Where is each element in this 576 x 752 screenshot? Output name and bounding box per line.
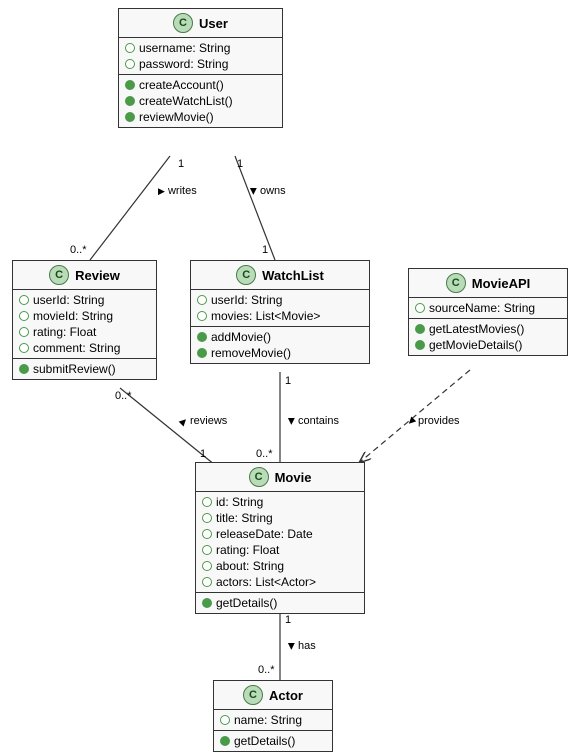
rel-owns-card-src: 1 xyxy=(237,158,243,170)
class-user-header: C User xyxy=(119,9,282,38)
class-watchlist-ops: addMovie() removeMovie() xyxy=(191,327,369,363)
class-icon: C xyxy=(243,685,263,705)
rel-has-label: ▶ has xyxy=(288,640,316,652)
class-icon: C xyxy=(446,273,466,293)
class-movie: C Movie id: String title: String release… xyxy=(195,462,365,614)
class-user: C User username: String password: String… xyxy=(118,8,283,128)
rel-reviews-card-dst: 1 xyxy=(200,448,206,460)
rel-contains-card-dst: 0..* xyxy=(256,448,273,460)
rel-owns-card-dst: 1 xyxy=(262,244,268,256)
class-icon: C xyxy=(173,13,193,33)
class -actor-name: Actor xyxy=(269,688,303,703)
class-actor-attrs: name: String xyxy=(214,710,332,731)
class-movieapi-ops: getLatestMovies() getMovieDetails() xyxy=(409,319,567,355)
class-movie-header: C Movie xyxy=(196,463,364,492)
rel-writes-card-src: 1 xyxy=(178,158,184,170)
rel-reviews-label: ▶ reviews xyxy=(180,415,227,427)
class-icon: C xyxy=(49,265,69,285)
class-watchlist: C WatchList userId: String movies: List<… xyxy=(190,260,370,364)
class-review-ops: submitReview() xyxy=(13,359,156,379)
class-movie-name: Movie xyxy=(275,470,312,485)
class-user-attrs: username: String password: String xyxy=(119,38,282,75)
rel-contains-card-src: 1 xyxy=(285,375,291,387)
class-actor-header: C Actor xyxy=(214,681,332,710)
rel-has-card-dst: 0..* xyxy=(258,664,275,676)
rel-writes-card-dst: 0..* xyxy=(70,244,87,256)
class-movieapi-header: C MovieAPI xyxy=(409,269,567,298)
class-review-header: C Review xyxy=(13,261,156,290)
rel-owns-label: ▶ owns xyxy=(250,185,286,197)
rel-has-card-src: 1 xyxy=(285,614,291,626)
class-actor: C Actor name: String getDetails() xyxy=(213,680,333,752)
rel-provides-label: ▶ provides xyxy=(408,415,460,427)
class-icon: C xyxy=(236,265,256,285)
rel-writes-label: ▶ writes xyxy=(158,185,197,197)
rel-reviews-card-src: 0..* xyxy=(115,390,132,402)
class-movie-attrs: id: String title: String releaseDate: Da… xyxy=(196,492,364,593)
class-watchlist-header: C WatchList xyxy=(191,261,369,290)
class-watchlist-name: WatchList xyxy=(262,268,324,283)
class-review-attrs: userId: String movieId: String rating: F… xyxy=(13,290,156,359)
rel-contains-label: ▶ contains xyxy=(288,415,339,427)
class-user-name: User xyxy=(199,16,228,31)
class-review-name: Review xyxy=(75,268,120,283)
class-movieapi: C MovieAPI sourceName: String getLatestM… xyxy=(408,268,568,356)
class-movie-ops: getDetails() xyxy=(196,593,364,613)
class-watchlist-attrs: userId: String movies: List<Movie> xyxy=(191,290,369,327)
class-icon: C xyxy=(249,467,269,487)
class-movieapi-attrs: sourceName: String xyxy=(409,298,567,319)
class-movieapi-name: MovieAPI xyxy=(472,276,531,291)
class-actor-ops: getDetails() xyxy=(214,731,332,751)
class-user-ops: createAccount() createWatchList() review… xyxy=(119,75,282,127)
class-review: C Review userId: String movieId: String … xyxy=(12,260,157,380)
